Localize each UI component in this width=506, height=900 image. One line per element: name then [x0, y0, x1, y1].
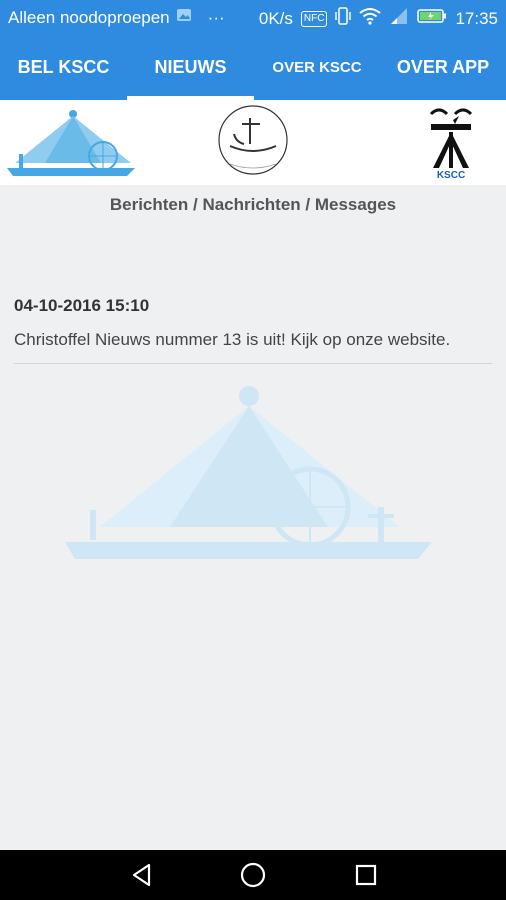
- wifi-icon: [359, 7, 382, 30]
- home-icon[interactable]: [233, 858, 273, 892]
- vibrate-icon: [335, 7, 352, 30]
- android-nav-bar: [0, 850, 506, 900]
- ship-cross-logo: [210, 104, 296, 176]
- carrier-text: Alleen noodoproepen: [8, 7, 170, 27]
- nfc-icon: NFC: [300, 10, 328, 27]
- logo-strip: KSCC: [0, 100, 506, 185]
- tab-over-app[interactable]: OVER APP: [380, 34, 506, 100]
- image-notification-icon: [176, 7, 192, 28]
- status-bar: Alleen noodoproepen ··· 0K/s NFC 17:35: [0, 0, 506, 34]
- message-divider: [14, 363, 492, 364]
- back-icon[interactable]: [122, 858, 162, 892]
- circus-logo: [5, 108, 140, 180]
- message-text[interactable]: Christoffel Nieuws nummer 13 is uit! Kij…: [14, 330, 450, 350]
- clock: 17:35: [455, 8, 498, 28]
- more-notifications: ···: [207, 7, 225, 27]
- circus-watermark: [60, 382, 440, 572]
- page-subtitle: Berichten / Nachrichten / Messages: [109, 195, 397, 214]
- battery-icon: [417, 8, 447, 29]
- signal-icon: [389, 7, 409, 30]
- tab-bar: BEL KSCC NIEUWS OVER KSCC OVER APP: [0, 34, 506, 100]
- network-speed: 0K/s: [258, 8, 293, 28]
- tab-nieuws[interactable]: NIEUWS: [127, 34, 254, 100]
- tab-over-kscc[interactable]: OVER KSCC: [254, 34, 380, 100]
- message-date: 04-10-2016 15:10: [14, 296, 150, 315]
- tab-bel-kscc[interactable]: BEL KSCC: [0, 34, 127, 100]
- kscc-logo: KSCC: [425, 104, 477, 182]
- svg-text:KSCC: KSCC: [437, 170, 465, 181]
- recents-icon[interactable]: [346, 858, 386, 892]
